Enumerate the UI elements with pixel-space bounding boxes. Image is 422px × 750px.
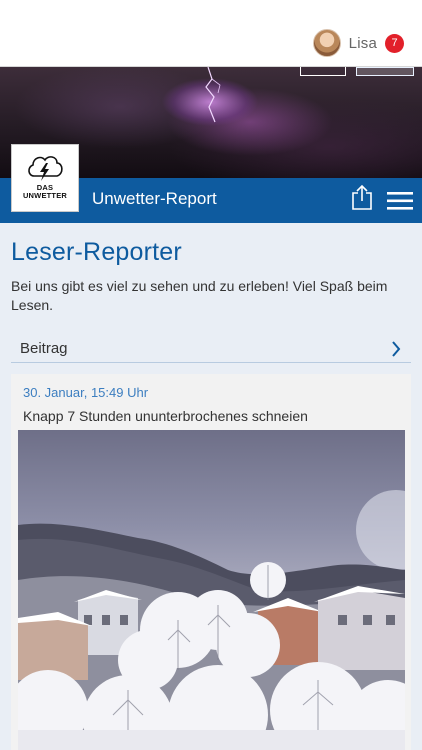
lightning-bolt-graphic <box>205 67 221 123</box>
snowy-village-scene <box>18 490 405 750</box>
user-name[interactable]: Lisa <box>349 35 377 52</box>
user-menu[interactable]: Lisa 7 <box>312 29 404 57</box>
post-photo[interactable] <box>18 430 405 750</box>
cloud-lightning-icon <box>28 156 63 181</box>
chevron-right-icon <box>392 341 401 357</box>
beitrag-label: Beitrag <box>20 340 68 357</box>
post-card[interactable]: 30. Januar, 15:49 Uhr Knapp 7 Stunden un… <box>11 374 411 750</box>
share-icon[interactable] <box>351 184 373 210</box>
hamburger-menu-icon[interactable] <box>387 192 413 210</box>
avatar[interactable] <box>312 29 341 57</box>
page-title: Unwetter-Report <box>92 189 217 208</box>
intro-text: Bei uns gibt es viel zu sehen und zu erl… <box>11 278 388 313</box>
notification-badge[interactable]: 7 <box>385 33 404 53</box>
sponsor-logo-badge <box>356 67 414 76</box>
beitrag-dropdown[interactable]: Beitrag <box>11 334 411 363</box>
brand-logo[interactable]: DAS UNWETTER <box>11 144 79 212</box>
brand-line-2: UNWETTER <box>22 191 68 200</box>
sponsor-logo-mark <box>300 67 346 76</box>
post-title[interactable]: Knapp 7 Stunden ununterbrochenes schneie… <box>23 408 308 424</box>
top-bar: Lisa 7 <box>0 0 422 67</box>
post-date: 30. Januar, 15:49 Uhr <box>23 385 149 400</box>
section-heading: Leser-Reporter <box>11 238 182 266</box>
